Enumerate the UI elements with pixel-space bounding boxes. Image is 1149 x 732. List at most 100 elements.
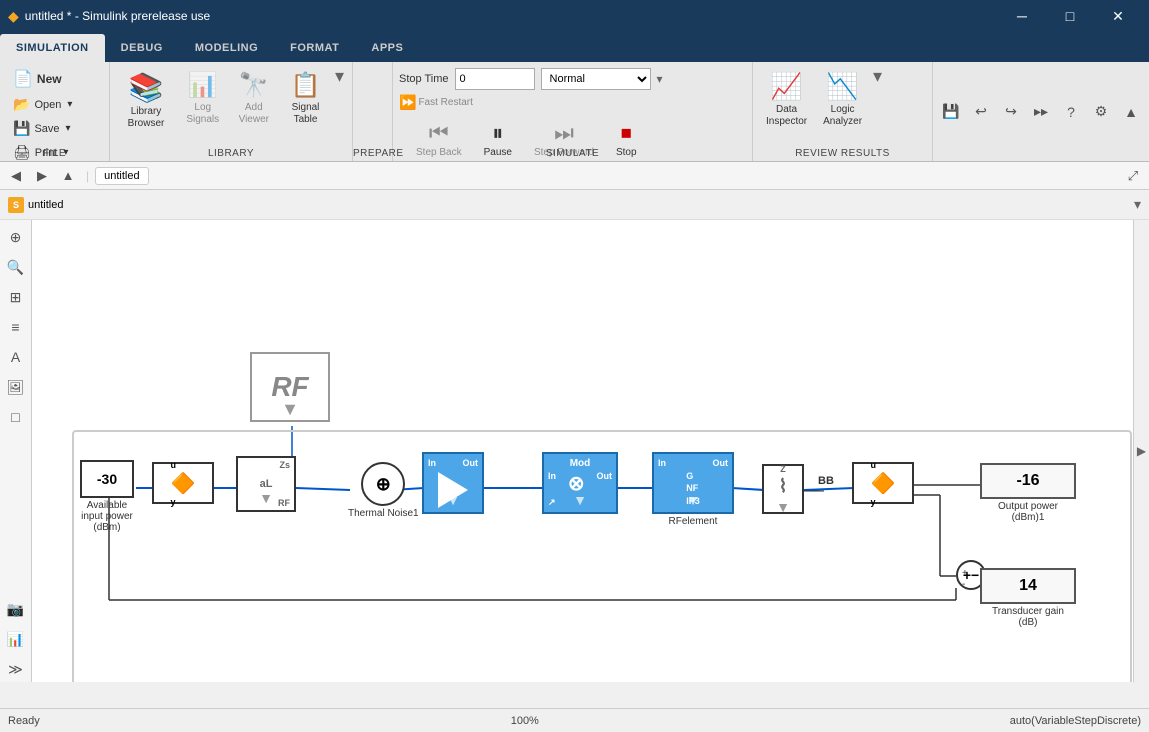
signal-table-button[interactable]: 📋 Signal Table	[280, 66, 331, 131]
new-icon: 📄	[13, 69, 33, 89]
review-section-label: REVIEW RESULTS	[753, 148, 932, 161]
tab-format[interactable]: FORMAT	[274, 34, 355, 62]
block-attenuator[interactable]: Zs aL RF ▼	[236, 456, 296, 512]
left-toolbar: ⊕ 🔍 ⊞ ≡ A 🖼 □ 📷 📊 ≫	[0, 220, 32, 682]
model-icon: S	[8, 197, 24, 213]
tab-apps[interactable]: APPS	[355, 34, 419, 62]
simulate-section-label: SIMULATE	[393, 148, 752, 161]
review-expand-icon[interactable]: ▾	[873, 66, 882, 87]
breadcrumb-path: untitled	[28, 199, 63, 211]
canvas[interactable]: RF ▼ -30 Availableinput power(dBm) u 🔶 y…	[32, 220, 1133, 682]
save-ribbon-button[interactable]: 💾	[937, 98, 965, 126]
file-section: 📄 New 📂 Open ▾ 💾 Save ▾ 🖨 Print ▾	[0, 62, 110, 161]
maximize-button[interactable]: □	[1047, 0, 1093, 32]
save-icon: 💾	[13, 120, 30, 137]
more-button[interactable]: ▸▸	[1027, 98, 1055, 126]
main-area: ⊕ 🔍 ⊞ ≡ A 🖼 □ 📷 📊 ≫	[0, 220, 1149, 682]
block-input-power[interactable]: -30 Availableinput power(dBm)	[80, 460, 134, 533]
block-bb-label: BB	[818, 475, 834, 487]
step-forward-icon: ⏭	[554, 120, 574, 146]
pan-tool-button[interactable]: ⊕	[3, 224, 29, 250]
fit-tool-button[interactable]: ⊞	[3, 284, 29, 310]
open-button[interactable]: 📂 Open ▾	[6, 93, 79, 116]
data-inspector-icon: 📈	[770, 71, 802, 102]
collapse-ribbon-button[interactable]: ▲	[1117, 98, 1145, 126]
app-icon: ◆	[8, 8, 19, 25]
data-inspector-button[interactable]: 📈 DataInspector	[759, 66, 814, 133]
library-section-items: 📚 LibraryBrowser 📊 Log Signals 🔭 Add Vie…	[116, 66, 346, 161]
back-button[interactable]: ◀	[4, 164, 28, 188]
fast-restart-icon: ⏩	[399, 94, 416, 111]
expand-left-button[interactable]: ≫	[3, 656, 29, 682]
zoom-tool-button[interactable]: 🔍	[3, 254, 29, 280]
toolbar: ◀ ▶ ▲ | untitled ⤢	[0, 162, 1149, 190]
connections-svg	[32, 220, 1133, 682]
log-signals-button[interactable]: 📊 Log Signals	[178, 66, 227, 131]
collapse-right-button[interactable]: ▶	[1133, 220, 1149, 682]
title-bar-controls: ─ □ ✕	[999, 0, 1141, 32]
simulation-mode-select[interactable]: Normal Accelerator Rapid Accelerator	[541, 68, 651, 90]
text-tool-button[interactable]: A	[3, 344, 29, 370]
expand-canvas-button[interactable]: ⤢	[1121, 164, 1145, 188]
block-output-power[interactable]: -16 Output power (dBm)1	[980, 463, 1076, 523]
library-section: 📚 LibraryBrowser 📊 Log Signals 🔭 Add Vie…	[110, 62, 353, 161]
ribbon-tab-bar: SIMULATION DEBUG MODELING FORMAT APPS	[0, 32, 1149, 62]
new-button[interactable]: 📄 New	[6, 66, 79, 92]
open-arrow-icon: ▾	[67, 99, 72, 110]
grid-tool-button[interactable]: ≡	[3, 314, 29, 340]
library-section-label: LIBRARY	[110, 148, 352, 161]
status-ready: Ready	[8, 715, 40, 727]
stop-time-label: Stop Time	[399, 73, 449, 85]
breadcrumb-tab[interactable]: untitled	[95, 167, 148, 185]
tab-debug[interactable]: DEBUG	[105, 34, 179, 62]
block-thermal-noise[interactable]: ⊕ Thermal Noise1	[348, 462, 419, 519]
logic-analyzer-button[interactable]: 📉 LogicAnalyzer	[816, 66, 869, 133]
block-amp[interactable]: InOut ▼	[422, 452, 484, 514]
title-bar-left: ◆ untitled * - Simulink prerelease use	[8, 8, 210, 25]
help-button[interactable]: ?	[1057, 98, 1085, 126]
mode-expand-icon[interactable]: ▾	[657, 72, 663, 86]
camera-tool-button[interactable]: 📷	[3, 596, 29, 622]
library-icon: 📚	[129, 71, 164, 104]
block-transducer-gain[interactable]: 14 Transducer gain (dB)	[980, 568, 1076, 628]
status-solver: auto(VariableStepDiscrete)	[1010, 715, 1141, 727]
undo-button[interactable]: ↩	[967, 98, 995, 126]
block-fcn1[interactable]: u 🔶 y	[152, 462, 214, 504]
up-button[interactable]: ▲	[56, 164, 80, 188]
file-section-label: FILE	[0, 148, 109, 161]
block-rfelement[interactable]: InOut GNFIP3 ▼ RFelement	[652, 452, 734, 527]
title-bar: ◆ untitled * - Simulink prerelease use ─…	[0, 0, 1149, 32]
signal-table-icon: 📋	[291, 71, 321, 100]
logic-analyzer-icon: 📉	[826, 71, 858, 102]
block-mod[interactable]: Mod In ⊗ Out ↗ ▼	[542, 452, 618, 514]
shape-tool-button[interactable]: □	[3, 404, 29, 430]
window-title: untitled * - Simulink prerelease use	[25, 9, 210, 23]
block-impedance[interactable]: Z ⌇ ▼	[762, 464, 804, 514]
stop-icon: ⏹	[621, 120, 632, 146]
minimize-button[interactable]: ─	[999, 0, 1045, 32]
ribbon: 📄 New 📂 Open ▾ 💾 Save ▾ 🖨 Print ▾	[0, 62, 1149, 162]
fast-restart-label[interactable]: Fast Restart	[418, 97, 472, 108]
stop-time-input[interactable]	[455, 68, 535, 90]
ribbon-right: 💾 ↩ ↪ ▸▸ ? ⚙ ▲	[933, 62, 1149, 161]
library-expand-icon[interactable]: ▾	[335, 66, 344, 87]
image-tool-button[interactable]: 🖼	[3, 374, 29, 400]
step-back-icon: ⏮	[429, 120, 449, 146]
breadcrumb-expand-icon[interactable]: ▾	[1134, 196, 1141, 213]
pause-icon: ⏸	[492, 120, 503, 146]
library-browser-button[interactable]: 📚 LibraryBrowser	[116, 66, 176, 135]
add-viewer-button[interactable]: 🔭 Add Viewer	[229, 66, 278, 131]
block-fcn2[interactable]: u 🔶 y	[852, 462, 914, 504]
close-button[interactable]: ✕	[1095, 0, 1141, 32]
simulate-section: Stop Time Normal Accelerator Rapid Accel…	[393, 62, 753, 161]
tab-modeling[interactable]: MODELING	[179, 34, 274, 62]
chart-tool-button[interactable]: 📊	[3, 626, 29, 652]
open-icon: 📂	[13, 96, 30, 113]
save-button[interactable]: 💾 Save ▾	[6, 117, 79, 140]
forward-button[interactable]: ▶	[30, 164, 54, 188]
tab-simulation[interactable]: SIMULATION	[0, 34, 105, 62]
settings-button[interactable]: ⚙	[1087, 98, 1115, 126]
log-signals-icon: 📊	[188, 71, 218, 100]
redo-button[interactable]: ↪	[997, 98, 1025, 126]
block-rf-white[interactable]: RF ▼	[250, 352, 330, 422]
